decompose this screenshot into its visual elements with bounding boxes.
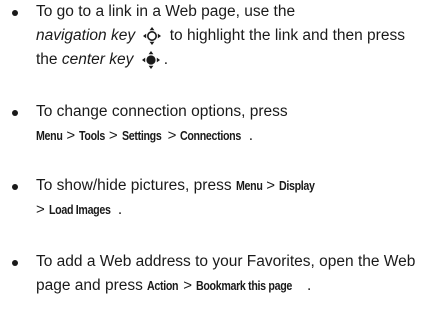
menu-path-settings: Settings bbox=[121, 128, 162, 143]
menu-path-tools: Tools bbox=[79, 128, 106, 143]
path-separator: > bbox=[108, 127, 118, 144]
tip-text: To change connection options, press Menu… bbox=[36, 100, 430, 148]
menu-path-bookmark-this-page: Bookmark this page bbox=[195, 278, 292, 293]
tip-text-end: . bbox=[307, 277, 312, 294]
list-item: To go to a link in a Web page, use the n… bbox=[0, 0, 432, 75]
tip-text-lead: To go to a link in a Web page, use the bbox=[36, 3, 296, 20]
bullet-icon bbox=[12, 10, 18, 16]
list-item: To show/hide pictures, press Menu > Displa… bbox=[0, 174, 432, 224]
menu-path-connections: Connections bbox=[180, 128, 242, 143]
center-key-icon bbox=[141, 50, 160, 69]
navigation-key-term: navigation key bbox=[36, 27, 136, 44]
tip-text-lead: To show/hide pictures, press bbox=[36, 177, 232, 194]
tip-text: To go to a link in a Web page, use the n… bbox=[36, 0, 430, 72]
bullet-icon bbox=[12, 260, 18, 266]
bullet-icon bbox=[12, 110, 18, 116]
navigation-key-icon bbox=[143, 26, 162, 45]
tip-text-end: . bbox=[117, 201, 123, 218]
path-separator: > bbox=[167, 127, 177, 144]
path-separator: > bbox=[36, 201, 45, 218]
menu-path-menu: Menu bbox=[36, 128, 63, 143]
bullet-icon bbox=[12, 184, 18, 190]
list-item: To add a Web address to your Favorites, … bbox=[0, 250, 432, 300]
tip-text: To add a Web address to your Favorites, … bbox=[36, 250, 430, 298]
tip-text-lead: To change connection options, press bbox=[36, 103, 288, 120]
menu-path-load-images: Load Images bbox=[48, 202, 111, 217]
path-separator: > bbox=[266, 177, 275, 194]
path-separator: > bbox=[183, 277, 192, 294]
menu-path-menu: Menu bbox=[235, 178, 263, 193]
document-page: To go to a link in a Web page, use the n… bbox=[0, 0, 432, 322]
list-item: To change connection options, press Menu… bbox=[0, 100, 432, 150]
menu-path-display: Display bbox=[279, 178, 315, 193]
menu-path-action: Action bbox=[147, 278, 179, 293]
tip-text-end: . bbox=[163, 51, 169, 68]
tip-text: To show/hide pictures, press Menu > Displa… bbox=[36, 174, 430, 222]
tip-text-end: . bbox=[248, 127, 254, 144]
path-separator: > bbox=[66, 127, 76, 144]
center-key-term: center key bbox=[61, 51, 134, 68]
